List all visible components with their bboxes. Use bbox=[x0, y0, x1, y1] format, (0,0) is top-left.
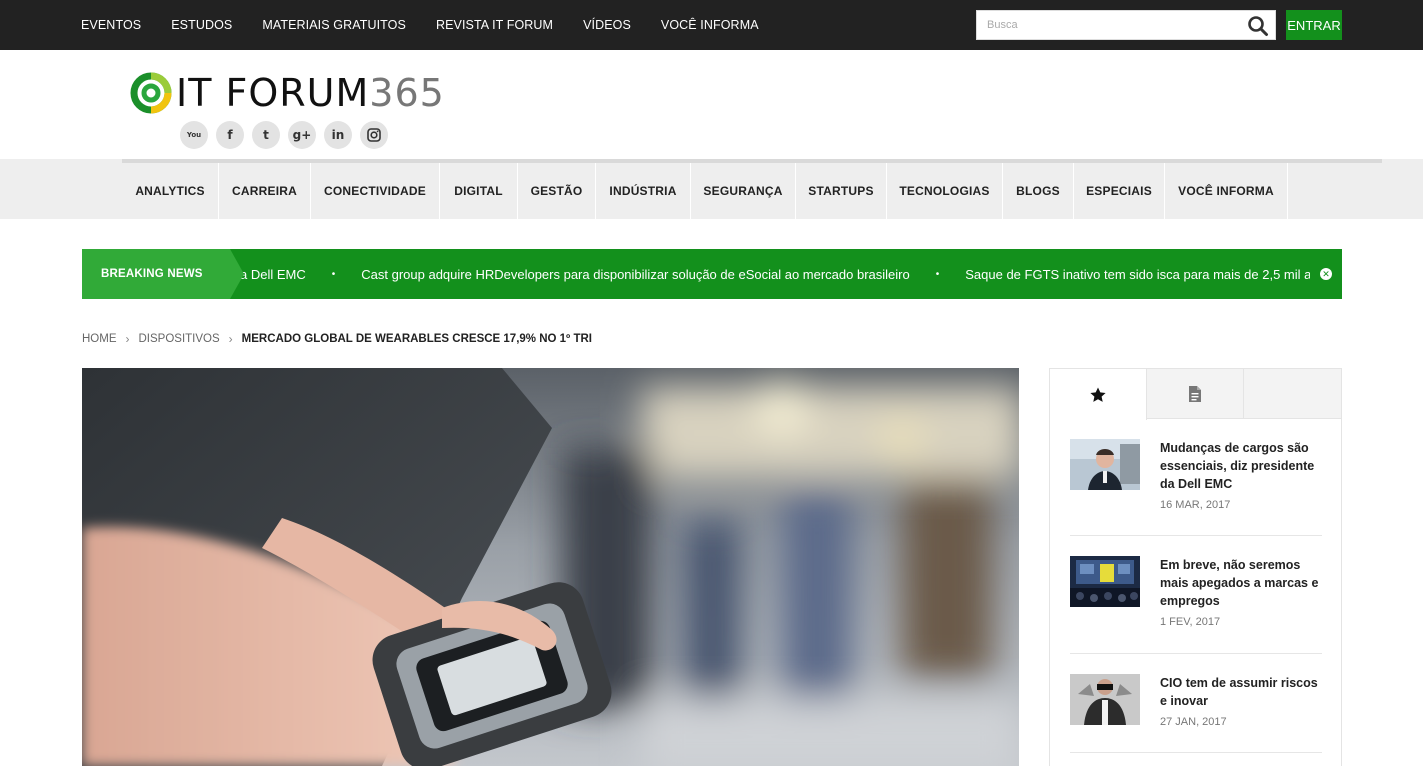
cat-industria[interactable]: INDÚSTRIA bbox=[596, 163, 691, 219]
instagram-icon[interactable] bbox=[360, 121, 388, 149]
breaking-news-bar: a Dell EMC • Cast group adquire HRDevelo… bbox=[82, 249, 1342, 299]
twitter-icon[interactable]: t bbox=[252, 121, 280, 149]
breaking-news-label: BREAKING NEWS bbox=[82, 249, 230, 299]
breaking-news-arrow bbox=[230, 249, 244, 299]
ticker-track: a Dell EMC • Cast group adquire HRDevelo… bbox=[240, 249, 1310, 299]
post-title[interactable]: CIO tem de assumir riscos e inovar bbox=[1160, 674, 1325, 710]
post-thumbnail[interactable] bbox=[1070, 674, 1140, 725]
post-divider bbox=[1070, 752, 1322, 753]
logo-number: 365 bbox=[369, 71, 445, 115]
article-hero-image bbox=[82, 368, 1019, 766]
cat-analytics[interactable]: ANALYTICS bbox=[122, 163, 219, 219]
cat-especiais[interactable]: ESPECIAIS bbox=[1074, 163, 1165, 219]
cat-conectividade[interactable]: CONECTIVIDADE bbox=[311, 163, 440, 219]
search-input[interactable] bbox=[977, 11, 1239, 39]
topnav-eventos[interactable]: EVENTOS bbox=[81, 18, 141, 32]
ticker-headline[interactable]: Cast group adquire HRDevelopers para dis… bbox=[361, 267, 909, 282]
topnav-materiais-gratuitos[interactable]: MATERIAIS GRATUITOS bbox=[262, 18, 406, 32]
post-title[interactable]: Mudanças de cargos são essenciais, diz p… bbox=[1160, 439, 1325, 493]
cat-startups[interactable]: STARTUPS bbox=[796, 163, 887, 219]
post-thumbnail[interactable] bbox=[1070, 556, 1140, 607]
linkedin-icon[interactable]: in bbox=[324, 121, 352, 149]
cat-blogs[interactable]: BLOGS bbox=[1003, 163, 1074, 219]
news-ticker: a Dell EMC • Cast group adquire HRDevelo… bbox=[230, 249, 1310, 299]
breadcrumb-home[interactable]: HOME bbox=[82, 333, 117, 345]
post-thumbnail[interactable] bbox=[1070, 439, 1140, 490]
category-nav: ANALYTICS CARREIRA CONECTIVIDADE DIGITAL… bbox=[122, 163, 1288, 219]
tab-popular[interactable] bbox=[1050, 369, 1147, 420]
post-divider bbox=[1070, 653, 1322, 654]
post-date: 16 MAR, 2017 bbox=[1160, 499, 1231, 511]
cat-voce-informa[interactable]: VOCÊ INFORMA bbox=[1165, 163, 1288, 219]
post-date: 1 FEV, 2017 bbox=[1160, 616, 1221, 628]
top-nav: EVENTOS ESTUDOS MATERIAIS GRATUITOS REVI… bbox=[81, 0, 789, 50]
tab-recent[interactable] bbox=[1147, 369, 1244, 419]
chevron-right-icon: › bbox=[125, 332, 130, 346]
cat-digital[interactable]: DIGITAL bbox=[440, 163, 518, 219]
top-bar: EVENTOS ESTUDOS MATERIAIS GRATUITOS REVI… bbox=[0, 0, 1423, 50]
close-icon[interactable]: ✕ bbox=[1320, 268, 1332, 280]
star-icon bbox=[1090, 387, 1106, 402]
topnav-voce-informa[interactable]: VOCÊ INFORMA bbox=[661, 18, 759, 32]
cat-tecnologias[interactable]: TECNOLOGIAS bbox=[887, 163, 1003, 219]
cat-gestao[interactable]: GESTÃO bbox=[518, 163, 596, 219]
breadcrumb-current: MERCADO GLOBAL DE WEARABLES CRESCE 17,9%… bbox=[241, 333, 592, 345]
ticker-headline[interactable]: a Dell EMC bbox=[240, 267, 306, 282]
search-box bbox=[976, 10, 1276, 40]
ticker-separator: • bbox=[935, 268, 940, 280]
site-logo[interactable]: IT FORUM365 bbox=[130, 70, 444, 120]
topnav-estudos[interactable]: ESTUDOS bbox=[171, 18, 232, 32]
document-icon bbox=[1189, 386, 1201, 402]
post-divider bbox=[1070, 535, 1322, 536]
logo-ring-icon bbox=[130, 72, 172, 114]
ticker-headline[interactable]: Saque de FGTS inativo tem sido isca para… bbox=[965, 267, 1310, 282]
cat-seguranca[interactable]: SEGURANÇA bbox=[691, 163, 796, 219]
cat-carreira[interactable]: CARREIRA bbox=[219, 163, 311, 219]
topnav-videos[interactable]: VÍDEOS bbox=[583, 18, 631, 32]
ticker-separator: • bbox=[331, 268, 336, 280]
facebook-icon[interactable]: f bbox=[216, 121, 244, 149]
sidebar-tabs bbox=[1050, 369, 1341, 420]
youtube-icon[interactable]: You bbox=[180, 121, 208, 149]
chevron-right-icon: › bbox=[228, 332, 233, 346]
post-title[interactable]: Em breve, não seremos mais apegados a ma… bbox=[1160, 556, 1325, 610]
social-links: You f t g+ in bbox=[180, 121, 396, 149]
google-plus-icon[interactable]: g+ bbox=[288, 121, 316, 149]
topnav-revista-it-forum[interactable]: REVISTA IT FORUM bbox=[436, 18, 553, 32]
post-date: 27 JAN, 2017 bbox=[1160, 716, 1227, 728]
breadcrumb: HOME › DISPOSITIVOS › MERCADO GLOBAL DE … bbox=[82, 331, 592, 347]
logo-brand: IT FORUM bbox=[176, 71, 370, 115]
smartwatch-photo bbox=[82, 368, 1019, 766]
breadcrumb-section[interactable]: DISPOSITIVOS bbox=[139, 333, 220, 345]
sidebar-widget: Mudanças de cargos são essenciais, diz p… bbox=[1049, 368, 1342, 766]
login-button[interactable]: ENTRAR bbox=[1286, 10, 1342, 40]
logo-text: IT FORUM365 bbox=[176, 70, 445, 116]
search-icon[interactable] bbox=[1247, 15, 1269, 37]
